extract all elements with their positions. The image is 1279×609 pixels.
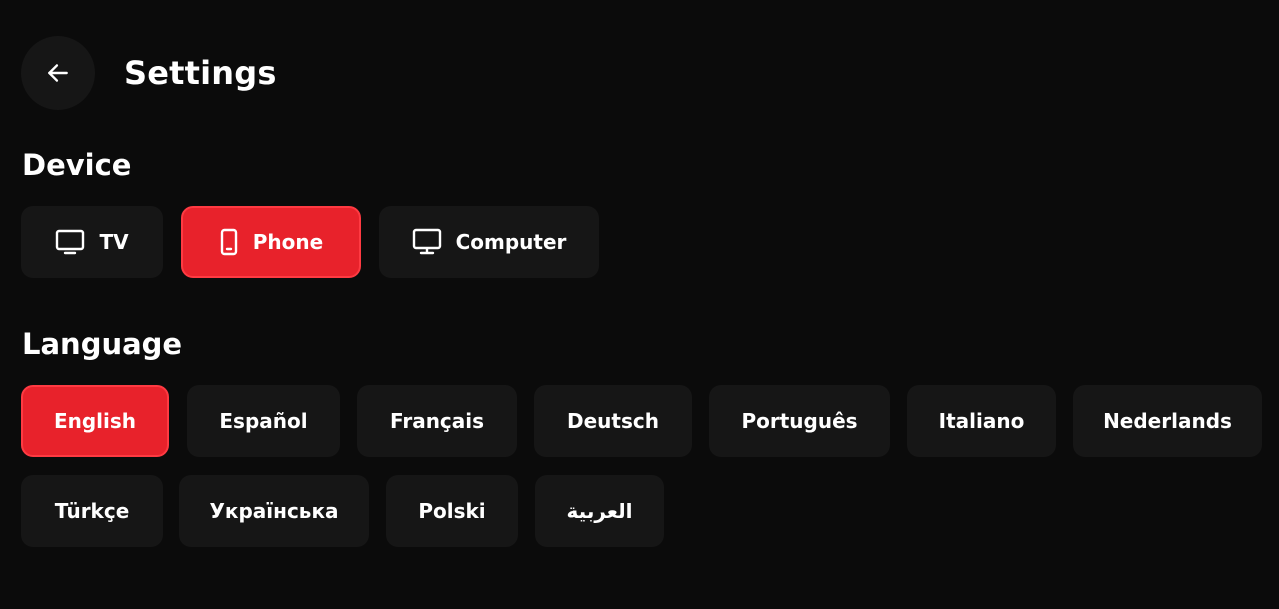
language-option-francais[interactable]: Français xyxy=(357,385,517,457)
phone-icon xyxy=(219,228,239,256)
language-option-nederlands[interactable]: Nederlands xyxy=(1073,385,1262,457)
language-option-turkce[interactable]: Türkçe xyxy=(21,475,163,547)
language-options-row-1: English Español Français Deutsch Portugu… xyxy=(21,385,1262,457)
language-option-english[interactable]: English xyxy=(21,385,169,457)
language-option-polski[interactable]: Polski xyxy=(386,475,518,547)
language-option-portugues[interactable]: Português xyxy=(709,385,890,457)
device-options: TV Phone Computer xyxy=(21,206,617,278)
tv-icon xyxy=(55,229,85,255)
arrow-left-icon xyxy=(48,64,68,82)
language-option-arabic[interactable]: العربية xyxy=(535,475,664,547)
device-option-computer[interactable]: Computer xyxy=(379,206,599,278)
page-title: Settings xyxy=(124,54,277,92)
language-option-espanol[interactable]: Español xyxy=(187,385,340,457)
back-button[interactable] xyxy=(21,36,95,110)
device-option-tv[interactable]: TV xyxy=(21,206,163,278)
device-section-title: Device xyxy=(22,148,132,182)
language-options-row-2: Türkçe Українська Polski العربية xyxy=(21,475,664,547)
language-option-ukrainian[interactable]: Українська xyxy=(179,475,369,547)
device-option-label: Computer xyxy=(455,230,567,254)
device-option-label: TV xyxy=(99,230,129,254)
language-section-title: Language xyxy=(22,327,183,361)
language-option-italiano[interactable]: Italiano xyxy=(907,385,1056,457)
monitor-icon xyxy=(412,228,442,256)
device-option-phone[interactable]: Phone xyxy=(181,206,361,278)
device-option-label: Phone xyxy=(252,230,324,254)
language-option-deutsch[interactable]: Deutsch xyxy=(534,385,692,457)
header: Settings xyxy=(21,36,277,110)
